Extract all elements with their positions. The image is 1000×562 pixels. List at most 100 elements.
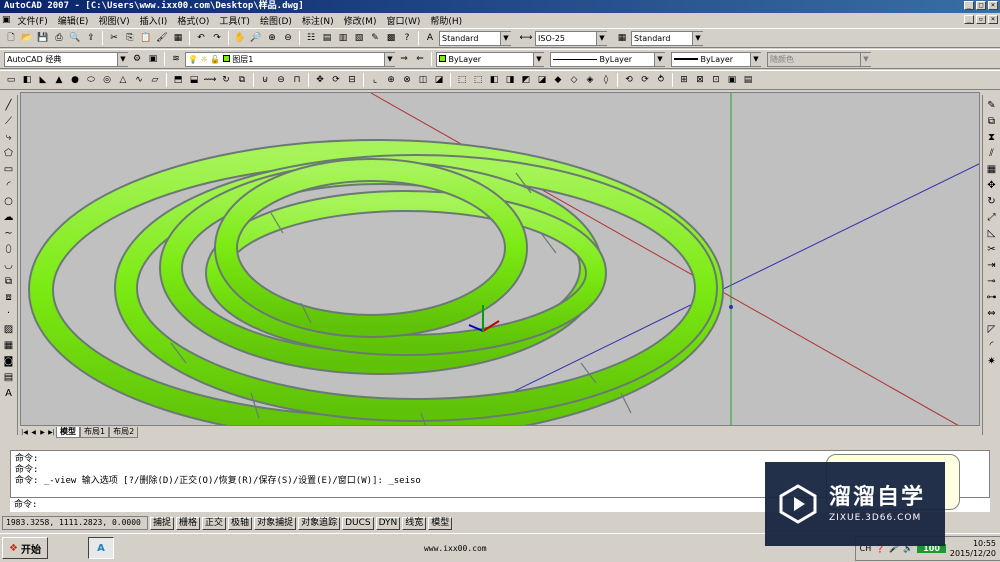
- pan-icon[interactable]: ✋: [233, 31, 247, 45]
- join-icon[interactable]: ⇔: [985, 307, 999, 321]
- close-icon[interactable]: ×: [988, 1, 998, 10]
- autocad-task-button[interactable]: A: [87, 537, 114, 559]
- array-icon[interactable]: ▦: [985, 163, 999, 177]
- continuous-orbit-icon[interactable]: ⥁: [654, 73, 668, 87]
- dyn-toggle[interactable]: DYN: [375, 516, 401, 530]
- loft-icon[interactable]: ⧉: [235, 73, 249, 87]
- gradient-icon[interactable]: ▦: [2, 339, 16, 353]
- tab-layout2[interactable]: 布局2: [109, 426, 139, 438]
- model-toggle[interactable]: 模型: [428, 516, 453, 530]
- tab-model[interactable]: 模型: [56, 426, 80, 438]
- section-plane-icon[interactable]: ⊟: [345, 73, 359, 87]
- right-view-icon[interactable]: ◨: [503, 73, 517, 87]
- rotate-icon[interactable]: ↻: [985, 195, 999, 209]
- layer-previous-icon[interactable]: ⇐: [413, 52, 427, 66]
- zoom-window-icon[interactable]: ⊕: [265, 31, 279, 45]
- break-at-point-icon[interactable]: ⊸: [985, 275, 999, 289]
- cut-icon[interactable]: ✂: [107, 31, 121, 45]
- make-current-layer-icon[interactable]: ⇒: [397, 52, 411, 66]
- zoom-realtime-icon[interactable]: 🔎: [249, 31, 263, 45]
- polysolid-icon[interactable]: ▭: [4, 73, 18, 87]
- left-view-icon[interactable]: ◧: [487, 73, 501, 87]
- spline-icon[interactable]: ∼: [2, 227, 16, 241]
- explode-icon[interactable]: ✷: [985, 355, 999, 369]
- paste-icon[interactable]: 📋: [139, 31, 153, 45]
- doc-close-icon[interactable]: ×: [988, 15, 998, 24]
- plot-icon[interactable]: ⎙: [52, 31, 66, 45]
- markup-icon[interactable]: ✎: [368, 31, 382, 45]
- pyramid-icon[interactable]: △: [116, 73, 130, 87]
- conceptual-icon[interactable]: ▤: [741, 73, 755, 87]
- trim-icon[interactable]: ✂: [985, 243, 999, 257]
- menu-window[interactable]: 窗口(W): [381, 14, 425, 27]
- polygon-icon[interactable]: ⬠: [2, 147, 16, 161]
- block-editor-icon[interactable]: ▦: [171, 31, 185, 45]
- ucs-icon[interactable]: ⌞: [368, 73, 382, 87]
- menu-format[interactable]: 格式(O): [172, 14, 214, 27]
- revolve-icon[interactable]: ↻: [219, 73, 233, 87]
- region-icon[interactable]: ◙: [2, 355, 16, 369]
- front-view-icon[interactable]: ◩: [519, 73, 533, 87]
- workspace-settings-icon[interactable]: ⚙: [130, 52, 144, 66]
- 3d-move-icon[interactable]: ✥: [313, 73, 327, 87]
- planar-surface-icon[interactable]: ▱: [148, 73, 162, 87]
- mirror-icon[interactable]: ⧗: [985, 131, 999, 145]
- prev-tab-icon[interactable]: ◀: [29, 428, 38, 437]
- box-icon[interactable]: ◧: [20, 73, 34, 87]
- menu-file[interactable]: 文件(F): [13, 14, 53, 27]
- ne-iso-icon[interactable]: ◈: [583, 73, 597, 87]
- extend-icon[interactable]: ⇥: [985, 259, 999, 273]
- arc-icon[interactable]: ◜: [2, 179, 16, 193]
- subtract-icon[interactable]: ⊖: [274, 73, 288, 87]
- revision-cloud-icon[interactable]: ☁: [2, 211, 16, 225]
- erase-icon[interactable]: ✎: [985, 99, 999, 113]
- table-style-icon[interactable]: ▦: [615, 31, 629, 45]
- back-view-icon[interactable]: ◪: [535, 73, 549, 87]
- extrude-icon[interactable]: ⬒: [171, 73, 185, 87]
- ucs-previous-icon[interactable]: ⊗: [400, 73, 414, 87]
- layer-manager-icon[interactable]: ≋: [169, 52, 183, 66]
- snap-toggle[interactable]: 捕捉: [150, 516, 175, 530]
- scale-icon[interactable]: ⤢: [985, 211, 999, 225]
- first-tab-icon[interactable]: |◀: [20, 428, 29, 437]
- last-tab-icon[interactable]: ▶|: [47, 428, 56, 437]
- new-icon[interactable]: 🗋: [4, 31, 18, 45]
- construction-line-icon[interactable]: ⟋: [2, 115, 16, 129]
- publish-icon[interactable]: ⇪: [84, 31, 98, 45]
- make-block-icon[interactable]: ⧈: [2, 291, 16, 305]
- top-view-icon[interactable]: ⬚: [455, 73, 469, 87]
- offset-icon[interactable]: ⫽: [985, 147, 999, 161]
- undo-icon[interactable]: ↶: [194, 31, 208, 45]
- calculator-icon[interactable]: ▩: [384, 31, 398, 45]
- circle-icon[interactable]: ○: [2, 195, 16, 209]
- doc-restore-icon[interactable]: ▫: [976, 15, 986, 24]
- 3d-rotate-icon[interactable]: ⟳: [329, 73, 343, 87]
- hidden-icon[interactable]: ⊡: [709, 73, 723, 87]
- sweep-icon[interactable]: ⟿: [203, 73, 217, 87]
- polar-toggle[interactable]: 极轴: [228, 516, 253, 530]
- app-menu-icon[interactable]: ▣: [0, 15, 13, 25]
- copy-icon[interactable]: ⎘: [123, 31, 137, 45]
- workspace-select[interactable]: AutoCAD 经典 ▼: [4, 51, 128, 67]
- linetype-select[interactable]: ByLayer ▼: [550, 51, 665, 67]
- ellipse-icon[interactable]: ⬯: [2, 243, 16, 257]
- chamfer-icon[interactable]: ◸: [985, 323, 999, 337]
- hatch-icon[interactable]: ▨: [2, 323, 16, 337]
- ucs-face-icon[interactable]: ◫: [416, 73, 430, 87]
- wedge-icon[interactable]: ◣: [36, 73, 50, 87]
- layer-select[interactable]: 💡 ☼ 🔓 图层1 ▼: [185, 51, 395, 67]
- tool-palettes-icon[interactable]: ▥: [336, 31, 350, 45]
- sphere-icon[interactable]: ●: [68, 73, 82, 87]
- union-icon[interactable]: ⊍: [258, 73, 272, 87]
- zoom-previous-icon[interactable]: ⊖: [281, 31, 295, 45]
- table-style-select[interactable]: Standard ▼: [631, 30, 703, 46]
- stretch-icon[interactable]: ◺: [985, 227, 999, 241]
- menu-modify[interactable]: 修改(M): [339, 14, 382, 27]
- open-icon[interactable]: 📂: [20, 31, 34, 45]
- ucs-object-icon[interactable]: ◪: [432, 73, 446, 87]
- intersect-icon[interactable]: ⊓: [290, 73, 304, 87]
- menu-insert[interactable]: 插入(I): [135, 14, 173, 27]
- 2d-wireframe-icon[interactable]: ⊞: [677, 73, 691, 87]
- cone-icon[interactable]: ▲: [52, 73, 66, 87]
- menu-draw[interactable]: 绘图(D): [255, 14, 297, 27]
